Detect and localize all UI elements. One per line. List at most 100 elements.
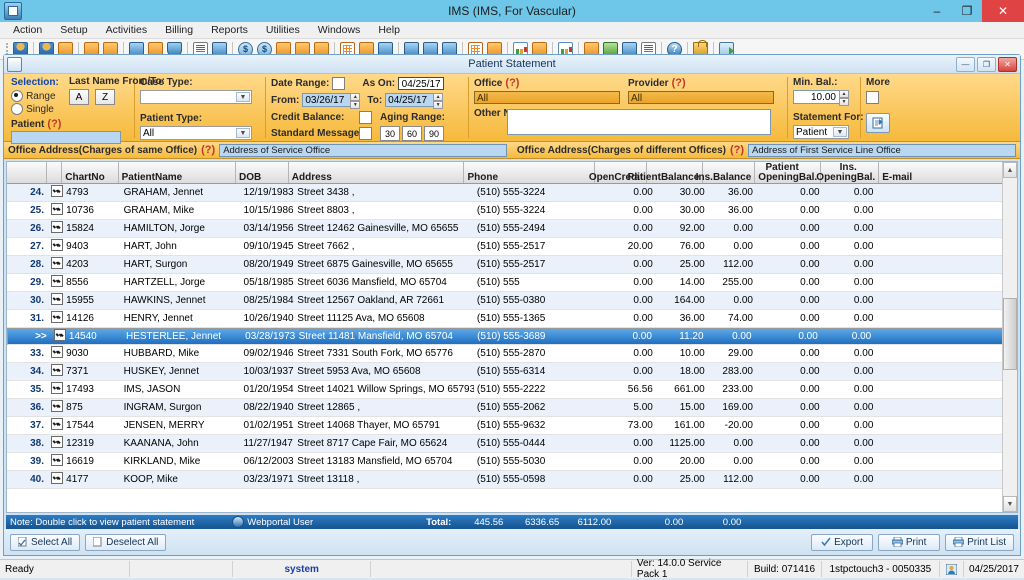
grid-header-dob[interactable]: DOB: [236, 162, 289, 183]
select-all-button[interactable]: Select All: [10, 533, 81, 551]
row-checkbox[interactable]: [48, 257, 63, 272]
row-checkbox[interactable]: [48, 382, 63, 397]
print-button[interactable]: Print: [878, 533, 941, 551]
table-row[interactable]: 34. 7371 HUSKEY, Jennet 10/03/1937 Street 59…: [7, 363, 1017, 381]
provider-input[interactable]: All: [628, 91, 774, 104]
same-office-value[interactable]: Address of Service Office: [219, 143, 507, 157]
table-row[interactable]: 30. 15955 HAWKINS, Jennet 08/25/1984 Street …: [7, 292, 1017, 310]
checkbox-checked-icon[interactable]: [50, 472, 63, 484]
other-note-input[interactable]: [507, 109, 771, 135]
settings-export-icon[interactable]: [866, 113, 890, 133]
row-checkbox[interactable]: [48, 221, 63, 236]
deselect-all-button[interactable]: Deselect All: [85, 533, 167, 551]
patient-type-select[interactable]: All ▼: [140, 126, 252, 140]
checkbox-checked-icon[interactable]: [50, 275, 63, 287]
maximize-icon[interactable]: ❐: [952, 0, 982, 22]
table-row[interactable]: 35. 17493 IMS, JASON 01/20/1954 Street 14021…: [7, 381, 1017, 399]
grid-header-chk[interactable]: [47, 162, 63, 183]
row-checkbox[interactable]: [48, 185, 63, 200]
menu-item-activities[interactable]: Activities: [97, 22, 156, 38]
table-row[interactable]: 28. 4203 HART, Surgon 08/20/1949 Street 6875…: [7, 256, 1017, 274]
office-help-icon[interactable]: (?): [505, 77, 519, 89]
table-row[interactable]: 25. 10736 GRAHAM, Mike 10/15/1986 Street 880…: [7, 202, 1017, 220]
table-row[interactable]: 24. 4793 GRAHAM, Jennet 12/19/1983 Street 34…: [7, 184, 1017, 202]
table-row[interactable]: 33. 9030 HUBBARD, Mike 09/02/1946 Street 733…: [7, 345, 1017, 363]
checkbox-checked-icon[interactable]: [50, 293, 63, 305]
checkbox-checked-icon[interactable]: [50, 436, 63, 448]
grid-header-ins_opening_bal[interactable]: Ins. Opening Bal.: [816, 162, 880, 183]
office-input[interactable]: All: [474, 91, 620, 104]
same-office-help-icon[interactable]: (?): [201, 144, 215, 156]
checkbox-checked-icon[interactable]: [50, 418, 63, 430]
table-row[interactable]: 31. 14126 HENRY, Jennet 10/26/1940 Street 11…: [7, 310, 1017, 328]
from-date-spinner[interactable]: ▲ ▼: [350, 93, 361, 109]
checkbox-checked-icon[interactable]: [50, 364, 63, 376]
scrollbar-thumb[interactable]: [1003, 298, 1017, 370]
radio-range[interactable]: [11, 90, 23, 103]
minimize-icon[interactable]: –: [922, 0, 952, 22]
menu-item-billing[interactable]: Billing: [156, 22, 202, 38]
statement-for-select[interactable]: Patient ▼: [793, 125, 849, 139]
chevron-down-icon[interactable]: ▼: [833, 127, 847, 137]
lastname-from-button[interactable]: A: [69, 89, 89, 105]
grid-header-num[interactable]: [7, 162, 48, 183]
row-checkbox[interactable]: [48, 418, 63, 433]
chevron-down-icon[interactable]: ▼: [236, 92, 250, 102]
scroll-up-icon[interactable]: ▲: [1003, 162, 1017, 178]
grid-header-chart_no[interactable]: Chart No: [62, 162, 119, 183]
row-checkbox[interactable]: [48, 436, 63, 451]
row-checkbox[interactable]: [48, 346, 63, 361]
grid-header-ins_balance[interactable]: Ins. Balance: [696, 162, 756, 183]
table-row[interactable]: 37. 17544 JENSEN, MERRY 01/02/1951 Street 14…: [7, 417, 1017, 435]
child-close-icon[interactable]: ✕: [998, 56, 1017, 72]
grid-header-patient_name[interactable]: Patient Name: [119, 162, 237, 183]
table-row[interactable]: 26. 15824 HAMILTON, Jorge 03/14/1956 Street …: [7, 220, 1017, 238]
checkbox-checked-icon[interactable]: [50, 311, 63, 323]
table-row[interactable]: 36. 875 INGRAM, Surgon 08/22/1940 Street 128…: [7, 399, 1017, 417]
vertical-scrollbar[interactable]: ▲ ▼: [1002, 162, 1017, 512]
aging-30-button[interactable]: 30: [380, 126, 400, 141]
row-checkbox[interactable]: [48, 275, 63, 290]
child-maximize-icon[interactable]: ❐: [977, 56, 996, 72]
checkbox-checked-icon[interactable]: [50, 454, 63, 466]
credit-balance-checkbox[interactable]: [359, 111, 372, 124]
row-checkbox[interactable]: [48, 311, 63, 326]
row-checkbox[interactable]: [48, 454, 63, 469]
checkbox-checked-icon[interactable]: [50, 221, 63, 233]
chevron-down-icon[interactable]: ▼: [236, 128, 250, 138]
different-office-help-icon[interactable]: (?): [730, 144, 744, 156]
aging-60-button[interactable]: 60: [402, 126, 422, 141]
checkbox-checked-icon[interactable]: [50, 346, 63, 358]
menu-item-action[interactable]: Action: [4, 22, 51, 38]
checkbox-checked-icon[interactable]: [53, 329, 66, 341]
provider-help-icon[interactable]: (?): [672, 77, 686, 89]
aging-90-button[interactable]: 90: [424, 126, 444, 141]
more-checkbox[interactable]: [866, 91, 879, 104]
scroll-down-icon[interactable]: ▼: [1003, 496, 1017, 512]
row-checkbox[interactable]: [48, 472, 63, 487]
grid-header-patient_opening_bal[interactable]: Patient Opening Bal.: [755, 162, 822, 183]
checkbox-checked-icon[interactable]: [50, 400, 63, 412]
table-row[interactable]: 40. 4177 KOOP, Mike 03/23/1971 Street 13118 …: [7, 471, 1017, 489]
standard-messages-checkbox[interactable]: [359, 127, 372, 140]
row-checkbox[interactable]: [48, 293, 63, 308]
menu-item-windows[interactable]: Windows: [309, 22, 370, 38]
grid-header-address[interactable]: Address: [289, 162, 465, 183]
row-checkbox[interactable]: [48, 203, 63, 218]
row-checkbox[interactable]: [48, 364, 63, 379]
table-row[interactable]: >> 14540 HESTERLEE, Jennet 03/28/1973 Street…: [7, 328, 1017, 345]
to-date-spinner[interactable]: ▲ ▼: [433, 93, 444, 109]
table-row[interactable]: 38. 12319 KAANANA, John 11/27/1947 Street 87…: [7, 435, 1017, 453]
menu-item-reports[interactable]: Reports: [202, 22, 257, 38]
row-checkbox[interactable]: [48, 239, 63, 254]
grid-header-email[interactable]: E-mail: [879, 162, 1006, 183]
table-row[interactable]: 39. 16619 KIRKLAND, Mike 06/12/2003 Street 1…: [7, 453, 1017, 471]
table-row[interactable]: 27. 9403 HART, John 09/10/1945 Street 7662 ,…: [7, 238, 1017, 256]
checkbox-checked-icon[interactable]: [50, 185, 63, 197]
radio-single[interactable]: [11, 103, 23, 116]
checkbox-checked-icon[interactable]: [50, 203, 63, 215]
print-list-button[interactable]: Print List: [945, 533, 1014, 551]
child-minimize-icon[interactable]: —: [956, 56, 975, 72]
patient-input[interactable]: [11, 131, 121, 145]
grid-header-phone[interactable]: Phone: [464, 162, 596, 183]
